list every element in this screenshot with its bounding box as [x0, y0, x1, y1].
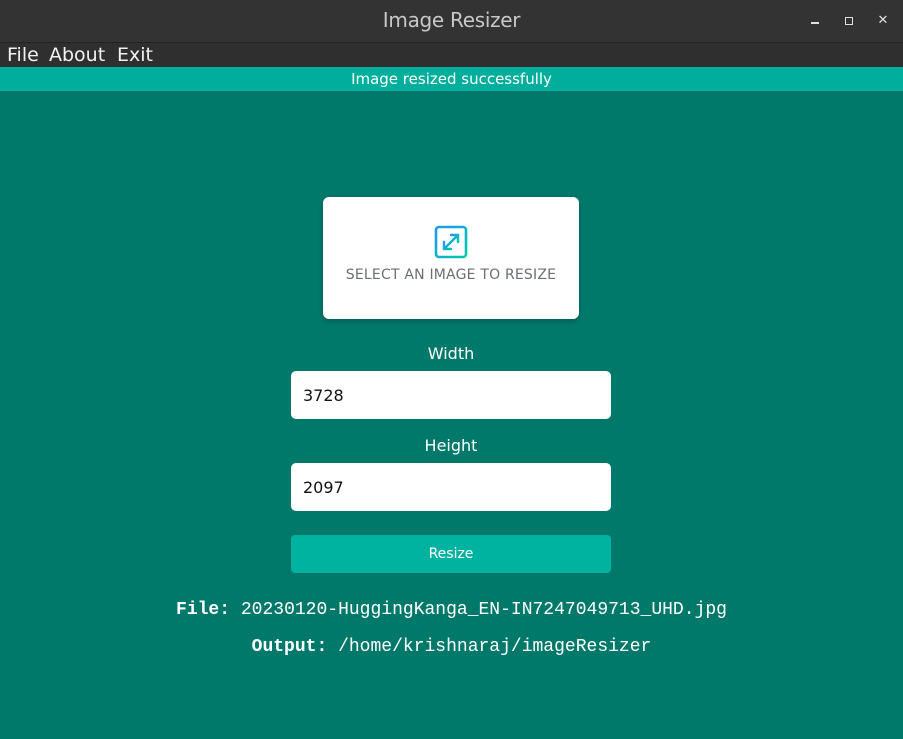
minimize-button[interactable]: [806, 12, 824, 30]
close-icon: ✕: [877, 13, 889, 28]
menu-bar: File About Exit: [0, 43, 903, 67]
output-info: Output: /home/krishnaraj/imageResizer: [0, 637, 903, 657]
menu-exit[interactable]: Exit: [117, 43, 153, 67]
width-label: Width: [427, 344, 475, 363]
height-label: Height: [424, 436, 478, 455]
resize-button[interactable]: Resize: [291, 535, 611, 573]
select-image-dropzone[interactable]: SELECT AN IMAGE TO RESIZE: [323, 197, 579, 319]
dropzone-label: SELECT AN IMAGE TO RESIZE: [345, 267, 557, 283]
expand-arrows-icon: [434, 225, 468, 259]
window-title: Image Resizer: [382, 8, 521, 32]
file-info: File: 20230120-HuggingKanga_EN-IN7247049…: [0, 600, 903, 620]
menu-about[interactable]: About: [49, 43, 105, 67]
menu-file[interactable]: File: [7, 43, 39, 67]
file-info-label: File:: [176, 600, 231, 620]
height-input[interactable]: [291, 463, 611, 511]
app-window: Image Resizer ✕ File About Exit Image re…: [0, 0, 903, 739]
file-info-value: 20230120-HuggingKanga_EN-IN7247049713_UH…: [240, 600, 727, 620]
width-input[interactable]: [291, 371, 611, 419]
maximize-icon: [845, 17, 853, 25]
success-alert: Image resized successfully: [0, 67, 903, 91]
title-bar[interactable]: Image Resizer ✕: [0, 0, 903, 43]
close-button[interactable]: ✕: [874, 12, 892, 30]
output-info-value: /home/krishnaraj/imageResizer: [338, 637, 652, 657]
minimize-icon: [811, 22, 819, 24]
output-info-label: Output:: [251, 637, 328, 657]
maximize-button[interactable]: [840, 12, 858, 30]
